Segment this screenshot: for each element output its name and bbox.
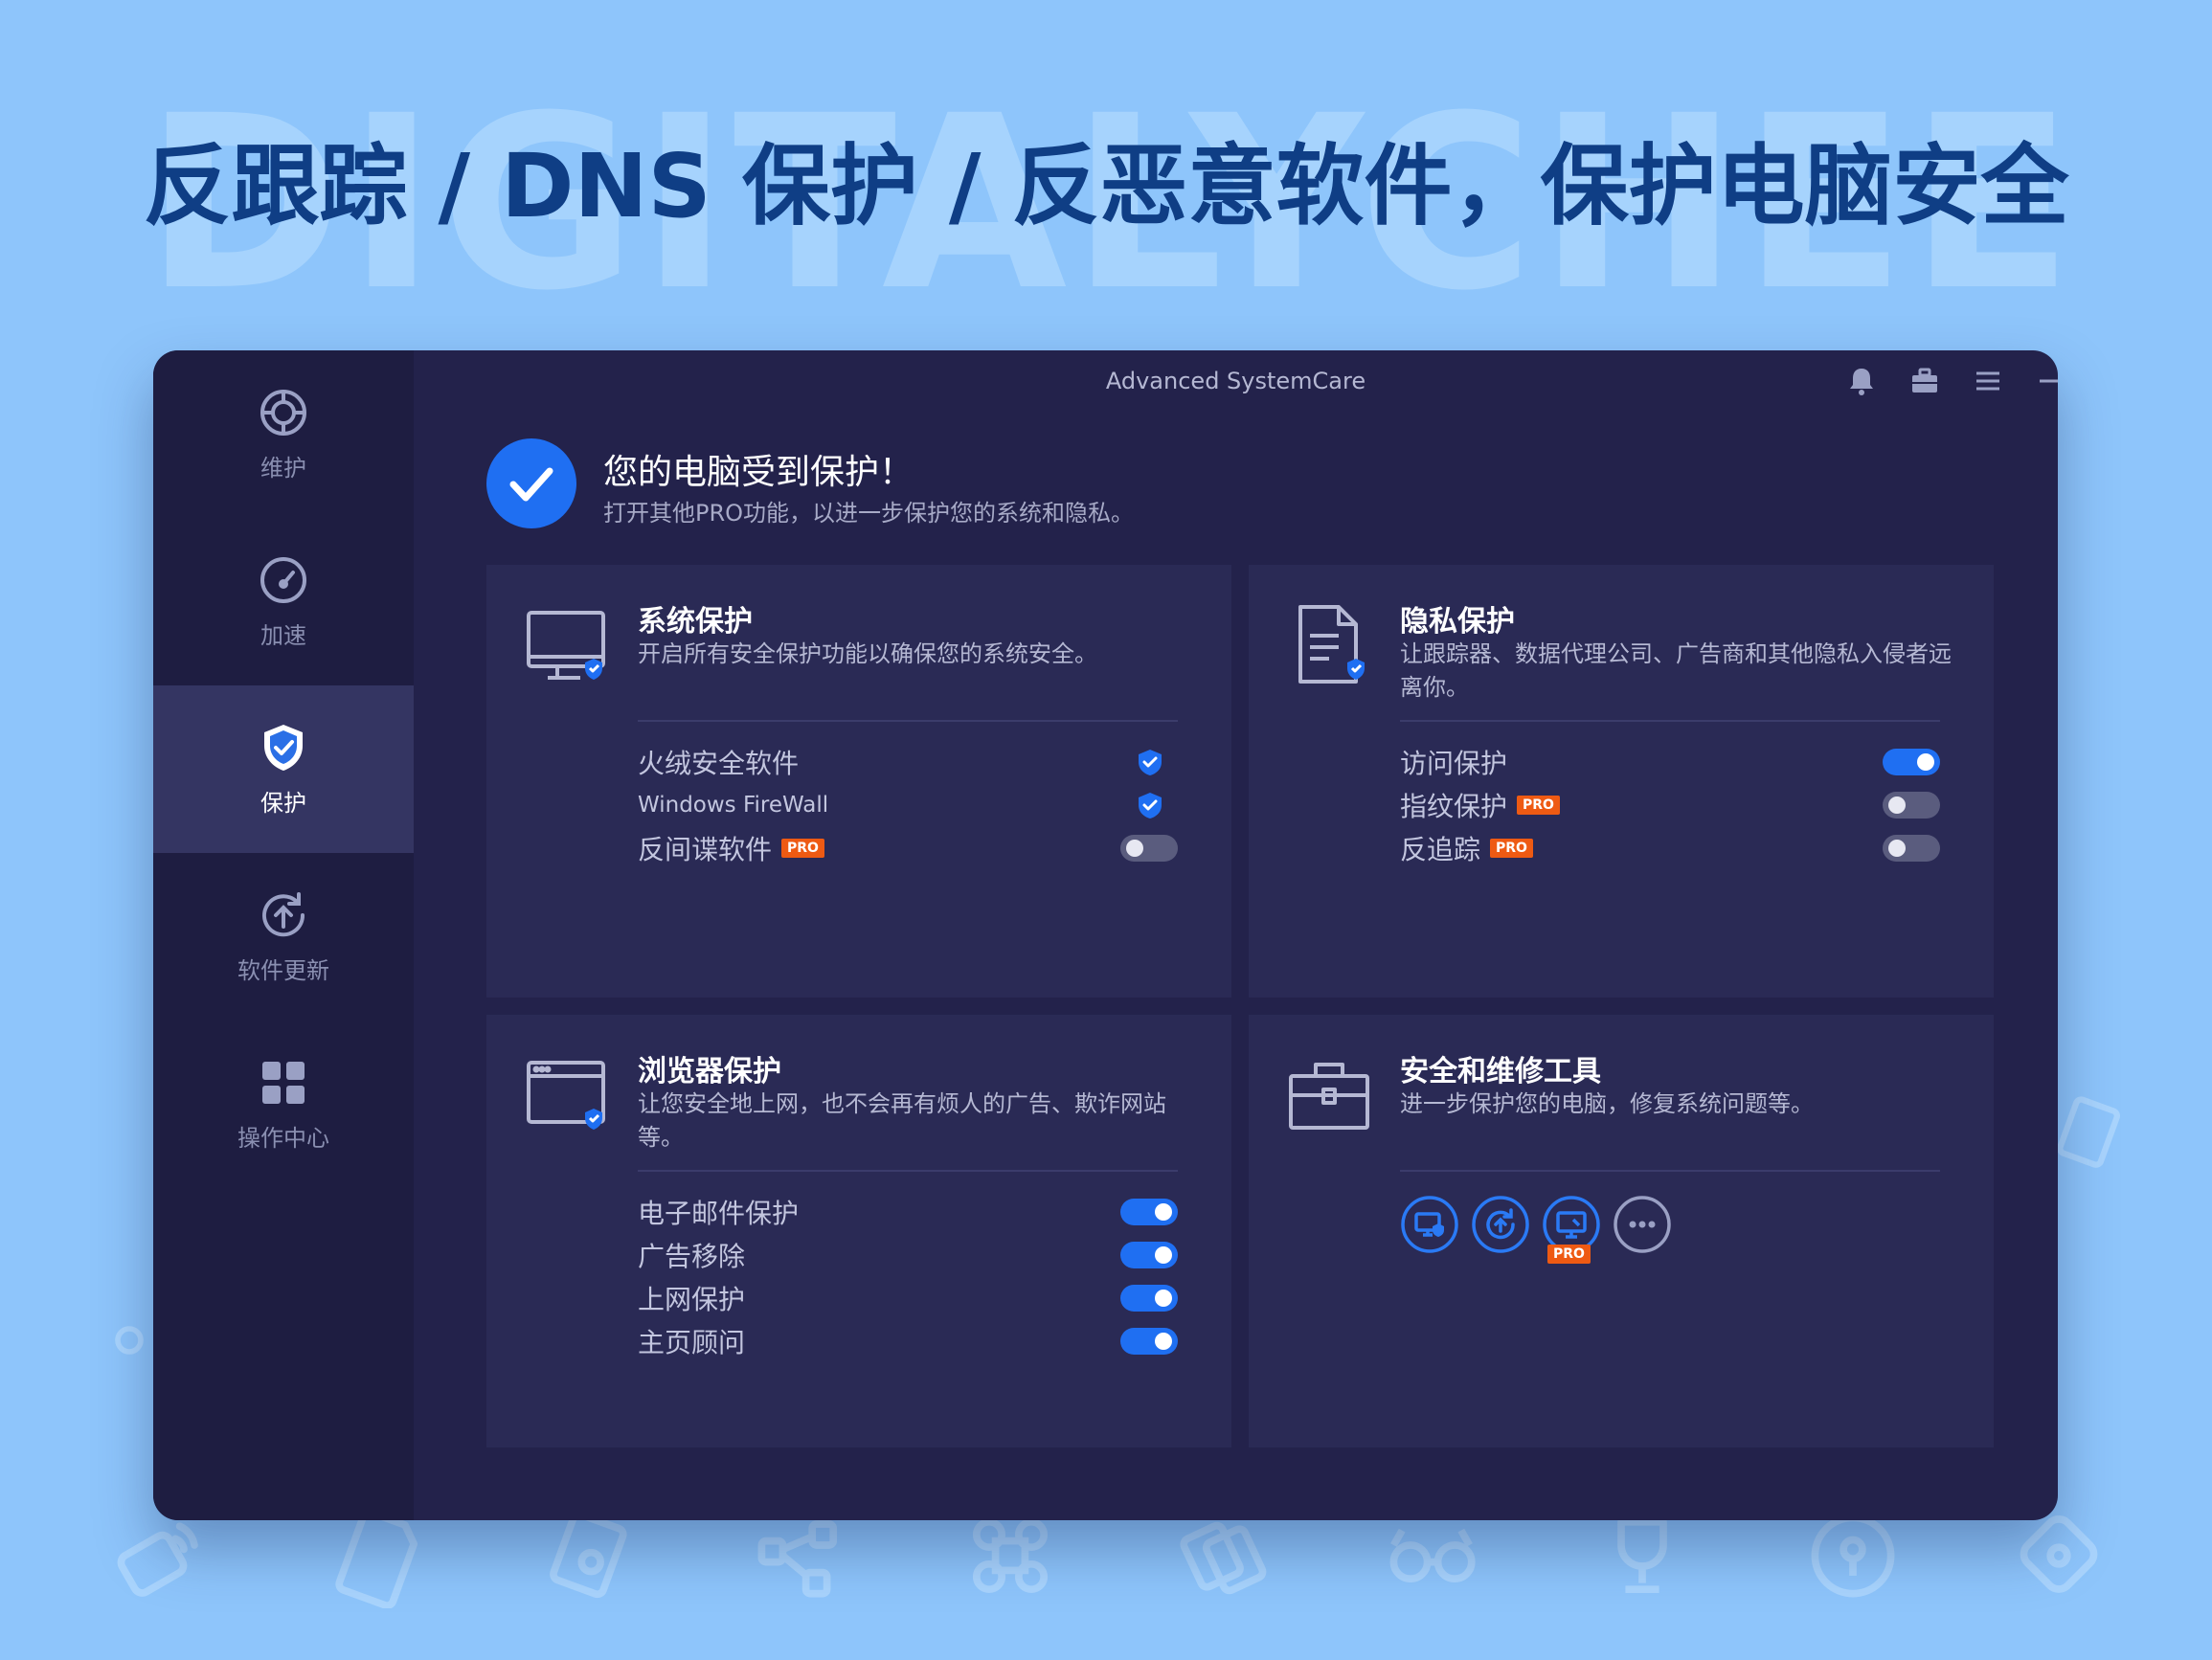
edit-icon [2049, 1091, 2135, 1178]
sidebar-item-label: 软件更新 [237, 957, 329, 984]
card-browser-protection: 浏览器保护 让您安全地上网，也不会再有烦人的广告、欺诈网站等。 电子邮件保护 广… [486, 1015, 1231, 1447]
access-protection-toggle[interactable] [1883, 749, 1940, 775]
more-tools-button[interactable] [1613, 1195, 1672, 1254]
shield-icon [257, 721, 310, 774]
row-label: 指纹保护 [1400, 791, 1508, 822]
toolbox-icon[interactable] [1907, 364, 1942, 398]
row-label: Windows FireWall [638, 793, 829, 818]
homepage-advisor-toggle[interactable] [1120, 1328, 1178, 1355]
list-item-huorong: 火绒安全软件 [638, 743, 1178, 781]
card-title: 安全和维修工具 [1400, 1055, 1601, 1088]
card-divider [1400, 720, 1940, 722]
card-description: 让您安全地上网，也不会再有烦人的广告、欺诈网站等。 [638, 1090, 1166, 1151]
list-item-ad-removal: 广告移除 [638, 1236, 1178, 1274]
menu-icon[interactable] [1971, 364, 2005, 398]
shield-check-icon [1136, 748, 1164, 776]
card-divider [638, 720, 1178, 722]
row-label: 主页顾问 [638, 1327, 746, 1358]
row-label: 火绒安全软件 [638, 748, 800, 779]
card-divider [1400, 1170, 1940, 1172]
list-item-homepage-advisor: 主页顾问 [638, 1322, 1178, 1360]
protection-status: 您的电脑受到保护！ 打开其他PRO功能，以进一步保护您的系统和隐私。 [486, 438, 1923, 534]
list-item-anti-tracking: 反追踪 PRO [1400, 829, 1940, 867]
sidebar-item-label: 加速 [260, 622, 306, 649]
check-icon [486, 438, 576, 528]
page-headline: 反跟踪 / DNS 保护 / 反恶意软件，保护电脑安全 [143, 135, 2069, 237]
row-label: 反间谍软件 [638, 834, 773, 865]
card-system-protection: 系统保护 开启所有安全保护功能以确保您的系统安全。 火绒安全软件 Windows… [486, 565, 1231, 998]
row-label: 反追踪 [1400, 834, 1481, 865]
maintenance-icon [257, 386, 310, 439]
surfing-protection-toggle[interactable] [1120, 1285, 1178, 1312]
email-protection-toggle[interactable] [1120, 1199, 1178, 1225]
card-title: 隐私保护 [1400, 605, 1515, 639]
dot-icon [110, 1321, 148, 1359]
card-description: 开启所有安全保护功能以确保您的系统安全。 [638, 640, 1097, 667]
sidebar-item-maintenance[interactable]: 维护 [153, 350, 414, 518]
card-description: 让跟踪器、数据代理公司、广告商和其他隐私入侵者远离你。 [1400, 640, 1952, 701]
row-label: 电子邮件保护 [638, 1198, 800, 1229]
speedometer-icon [257, 553, 310, 607]
document-shield-icon [1287, 603, 1373, 689]
anti-spyware-toggle[interactable] [1120, 835, 1178, 862]
minimize-icon[interactable] [2034, 364, 2058, 398]
sidebar-item-label: 操作中心 [237, 1125, 329, 1152]
card-divider [638, 1170, 1178, 1172]
list-item-windows-firewall: Windows FireWall [638, 786, 1178, 824]
list-item-access-protection: 访问保护 [1400, 743, 1940, 781]
card-security-tools: 安全和维修工具 进一步保护您的电脑，修复系统问题等。 PRO [1249, 1015, 1994, 1447]
sidebar: 维护 加速 保护 软件更新 操作中心 [153, 350, 414, 1520]
list-item-surfing-protection: 上网保护 [638, 1279, 1178, 1317]
app-window: 维护 加速 保护 软件更新 操作中心 Advanced SystemCare 您… [153, 350, 2058, 1520]
pro-badge: PRO [1517, 796, 1560, 815]
card-title: 浏览器保护 [638, 1055, 781, 1088]
sidebar-item-action-center[interactable]: 操作中心 [153, 1021, 414, 1188]
pro-badge: PRO [781, 839, 824, 858]
shield-check-icon [1136, 791, 1164, 819]
card-title: 系统保护 [638, 605, 753, 639]
fingerprint-protection-toggle[interactable] [1883, 792, 1940, 819]
browser-shield-icon [525, 1053, 611, 1139]
card-privacy-protection: 隐私保护 让跟踪器、数据代理公司、广告商和其他隐私入侵者远离你。 访问保护 指纹… [1249, 565, 1994, 998]
sidebar-item-protect[interactable]: 保护 [153, 685, 414, 853]
status-title: 您的电脑受到保护！ [603, 453, 914, 492]
pro-badge: PRO [1490, 839, 1533, 858]
card-description: 进一步保护您的电脑，修复系统问题等。 [1400, 1090, 1814, 1117]
ad-removal-toggle[interactable] [1120, 1242, 1178, 1268]
sidebar-item-software-update[interactable]: 软件更新 [153, 853, 414, 1021]
toolbox-icon [1287, 1053, 1373, 1139]
row-label: 上网保护 [638, 1284, 746, 1315]
row-label: 广告移除 [638, 1241, 746, 1272]
bell-icon[interactable] [1844, 364, 1879, 398]
pro-badge: PRO [1547, 1245, 1591, 1264]
list-item-anti-spyware: 反间谍软件 PRO [638, 829, 1178, 867]
sidebar-item-label: 维护 [260, 455, 306, 482]
app-title: Advanced SystemCare [1105, 368, 1366, 394]
list-item-email-protection: 电子邮件保护 [638, 1193, 1178, 1231]
list-item-fingerprint-protection: 指纹保护 PRO [1400, 786, 1940, 824]
anti-tracking-toggle[interactable] [1883, 835, 1940, 862]
grid-icon [257, 1056, 310, 1110]
monitor-shield-icon [525, 603, 611, 689]
tool-security-scan-button[interactable] [1400, 1195, 1459, 1254]
update-icon [257, 888, 310, 942]
sidebar-item-speedup[interactable]: 加速 [153, 518, 414, 685]
row-label: 访问保护 [1400, 748, 1508, 779]
status-subtitle: 打开其他PRO功能，以进一步保护您的系统和隐私。 [603, 500, 1135, 527]
tool-rescue-center-button[interactable] [1471, 1195, 1530, 1254]
tool-screen-protect-button[interactable]: PRO [1542, 1195, 1601, 1264]
sidebar-item-label: 保护 [260, 790, 306, 817]
titlebar: Advanced SystemCare [414, 350, 2058, 412]
